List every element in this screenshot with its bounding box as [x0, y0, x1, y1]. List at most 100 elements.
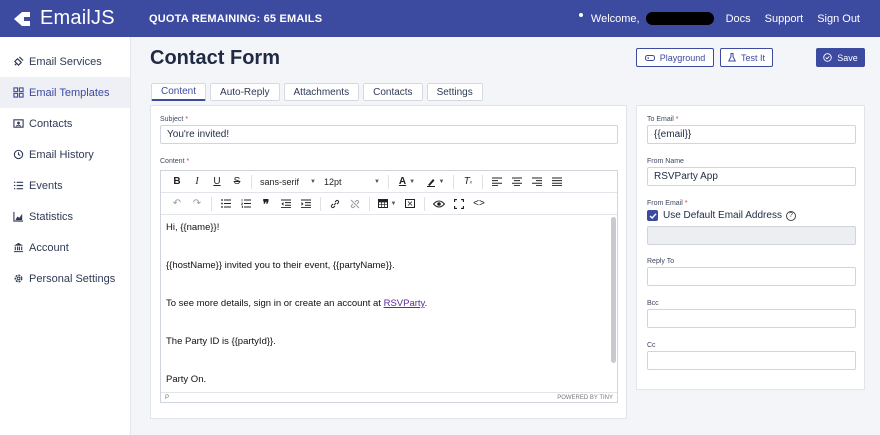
tab-settings[interactable]: Settings — [426, 83, 483, 101]
content-label: Content * — [160, 158, 190, 165]
check-circle-icon — [823, 53, 832, 62]
editor-line: The Party ID is {{partyId}}. — [166, 336, 276, 347]
sign-out-link[interactable]: Sign Out — [817, 13, 860, 25]
playground-button[interactable]: Playground — [636, 48, 714, 67]
save-label: Save — [837, 52, 858, 63]
list-icon — [12, 180, 24, 192]
table-icon[interactable]: ▼ — [374, 195, 400, 213]
bcc-label: Bcc — [647, 300, 659, 307]
text-color-icon[interactable]: A ▼ — [393, 173, 421, 191]
bold-icon[interactable]: B — [167, 173, 187, 191]
welcome-text: Welcome, — [590, 12, 640, 25]
history-icon — [12, 149, 24, 161]
editor-status-bar: P POWERED BY TINY — [161, 392, 617, 402]
templates-icon — [12, 87, 24, 99]
toolbar-divider — [482, 174, 483, 189]
sidebar-item-email-history[interactable]: Email History — [0, 139, 130, 170]
toolbar-divider — [388, 174, 389, 189]
toolbar-divider — [211, 196, 212, 211]
use-default-email-checkbox[interactable] — [647, 210, 658, 221]
toolbar-divider — [320, 196, 321, 211]
help-icon[interactable]: ? — [785, 210, 796, 221]
test-it-label: Test It — [740, 52, 765, 63]
preview-eye-icon[interactable] — [429, 195, 449, 213]
highlight-color-icon[interactable]: ▼ — [421, 173, 449, 191]
test-it-button[interactable]: Test It — [720, 48, 773, 67]
sidebar-item-email-templates[interactable]: Email Templates — [0, 77, 130, 108]
from-email-label: From Email * — [647, 200, 688, 207]
redo-icon[interactable]: ↷ — [187, 195, 207, 213]
from-name-label: From Name — [647, 158, 684, 165]
bank-icon — [12, 242, 24, 254]
cc-label: Cc — [647, 342, 656, 349]
flask-icon — [727, 53, 736, 62]
powered-by-tiny[interactable]: POWERED BY TINY — [557, 395, 613, 401]
unlink-icon[interactable] — [345, 195, 365, 213]
bcc-input[interactable] — [647, 309, 856, 328]
editor-content-area[interactable]: Hi, {{name}}! {{hostName}} invited you t… — [161, 215, 611, 389]
rsvparty-link[interactable]: RSVParty — [384, 298, 425, 309]
fullscreen-icon[interactable] — [449, 195, 469, 213]
reply-to-input[interactable] — [647, 267, 856, 286]
blockquote-icon[interactable]: ❞ — [256, 195, 276, 213]
editor-line: Hi, {{name}}! — [166, 222, 220, 233]
save-button[interactable]: Save — [816, 48, 865, 67]
sidebar-item-events[interactable]: Events — [0, 170, 130, 201]
element-path: P — [165, 394, 170, 401]
logo-text: EmailJS — [40, 7, 115, 29]
sidebar-item-contacts[interactable]: Contacts — [0, 108, 130, 139]
sidebar-item-label: Statistics — [29, 210, 74, 223]
tab-attachments[interactable]: Attachments — [283, 83, 360, 101]
page-title: Contact Form — [150, 47, 280, 69]
indent-icon[interactable] — [296, 195, 316, 213]
checkmark-icon — [649, 212, 657, 219]
outdent-icon[interactable] — [276, 195, 296, 213]
editor-scrollbar[interactable] — [611, 217, 616, 363]
align-right-icon[interactable] — [527, 173, 547, 191]
undo-icon[interactable]: ↶ — [167, 195, 187, 213]
align-center-icon[interactable] — [507, 173, 527, 191]
sidebar-item-personal-settings[interactable]: Personal Settings — [0, 263, 130, 294]
chevron-down-icon: ▼ — [310, 178, 316, 185]
sidebar-item-email-services[interactable]: Email Services — [0, 46, 130, 77]
tab-auto-reply[interactable]: Auto-Reply — [210, 83, 280, 101]
toolbar-divider — [251, 174, 252, 189]
clear-formatting-icon[interactable]: Tₓ — [458, 173, 478, 191]
status-dot — [578, 12, 583, 17]
support-link[interactable]: Support — [765, 13, 804, 25]
gamepad-icon — [644, 54, 655, 61]
email-settings-card: To Email * {{email}} From Name RSVParty … — [636, 105, 865, 390]
font-size-select[interactable]: 12pt ▼ — [320, 177, 384, 187]
rich-text-editor: B I U S sans-serif▼ 12pt▼ A▼ ▼ Tₓ ↶ ↷ — [160, 170, 618, 403]
italic-icon[interactable]: I — [187, 173, 207, 191]
media-icon[interactable] — [400, 195, 420, 213]
toolbar-divider — [424, 196, 425, 211]
sidebar-item-label: Email History — [29, 148, 94, 161]
font-family-select[interactable]: sans-serif ▼ — [256, 177, 320, 187]
from-name-input[interactable]: RSVParty App — [647, 167, 856, 186]
emailjs-logo-icon — [14, 11, 30, 26]
underline-icon[interactable]: U — [207, 173, 227, 191]
reply-to-label: Reply To — [647, 258, 675, 265]
align-justify-icon[interactable] — [547, 173, 567, 191]
docs-link[interactable]: Docs — [726, 13, 751, 25]
logo[interactable]: EmailJS — [0, 0, 131, 37]
subject-input[interactable]: You're invited! — [160, 125, 618, 144]
link-icon[interactable] — [325, 195, 345, 213]
editor-toolbar-row-1: B I U S sans-serif ▼ 12pt ▼ A ▼ ▼ Tₓ — [161, 171, 617, 193]
to-email-label: To Email * — [647, 116, 679, 123]
sidebar-item-statistics[interactable]: Statistics — [0, 201, 130, 232]
source-code-icon[interactable]: <> — [469, 195, 489, 213]
sidebar-item-account[interactable]: Account — [0, 232, 130, 263]
strikethrough-icon[interactable]: S — [227, 173, 247, 191]
bullet-list-icon[interactable] — [216, 195, 236, 213]
to-email-input[interactable]: {{email}} — [647, 125, 856, 144]
plug-icon — [12, 56, 24, 68]
tab-content[interactable]: Content — [151, 83, 207, 101]
align-left-icon[interactable] — [487, 173, 507, 191]
numbered-list-icon[interactable] — [236, 195, 256, 213]
sidebar-item-label: Contacts — [29, 117, 73, 130]
gear-icon — [12, 273, 24, 285]
cc-input[interactable] — [647, 351, 856, 370]
tab-contacts[interactable]: Contacts — [363, 83, 423, 101]
